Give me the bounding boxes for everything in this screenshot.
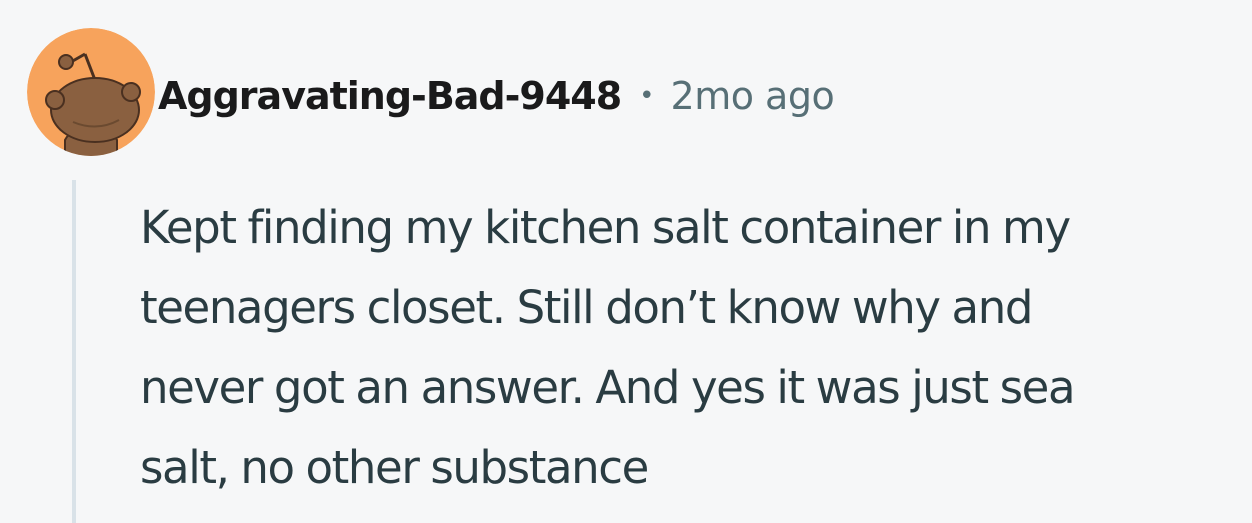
avatar[interactable] <box>27 28 155 156</box>
comment-body-line: salt, no other substance <box>140 441 649 494</box>
timestamp[interactable]: 2mo ago <box>671 74 835 118</box>
separator-dot: • <box>639 81 655 111</box>
comment-body-line: never got an answer. And yes it was just… <box>140 361 1076 414</box>
comment-body: Kept finding my kitchen salt container i… <box>140 188 1240 508</box>
thread-line[interactable] <box>72 180 76 523</box>
comment-body-line: Kept finding my kitchen salt container i… <box>140 201 1071 254</box>
comment-card: Aggravating-Bad-9448 • 2mo ago Kept find… <box>0 0 1252 523</box>
comment-header: Aggravating-Bad-9448 • 2mo ago <box>158 70 835 122</box>
author-username[interactable]: Aggravating-Bad-9448 <box>158 74 622 118</box>
comment-body-line: teenagers closet. Still don’t know why a… <box>140 281 1033 334</box>
snoo-avatar-icon <box>27 28 155 156</box>
